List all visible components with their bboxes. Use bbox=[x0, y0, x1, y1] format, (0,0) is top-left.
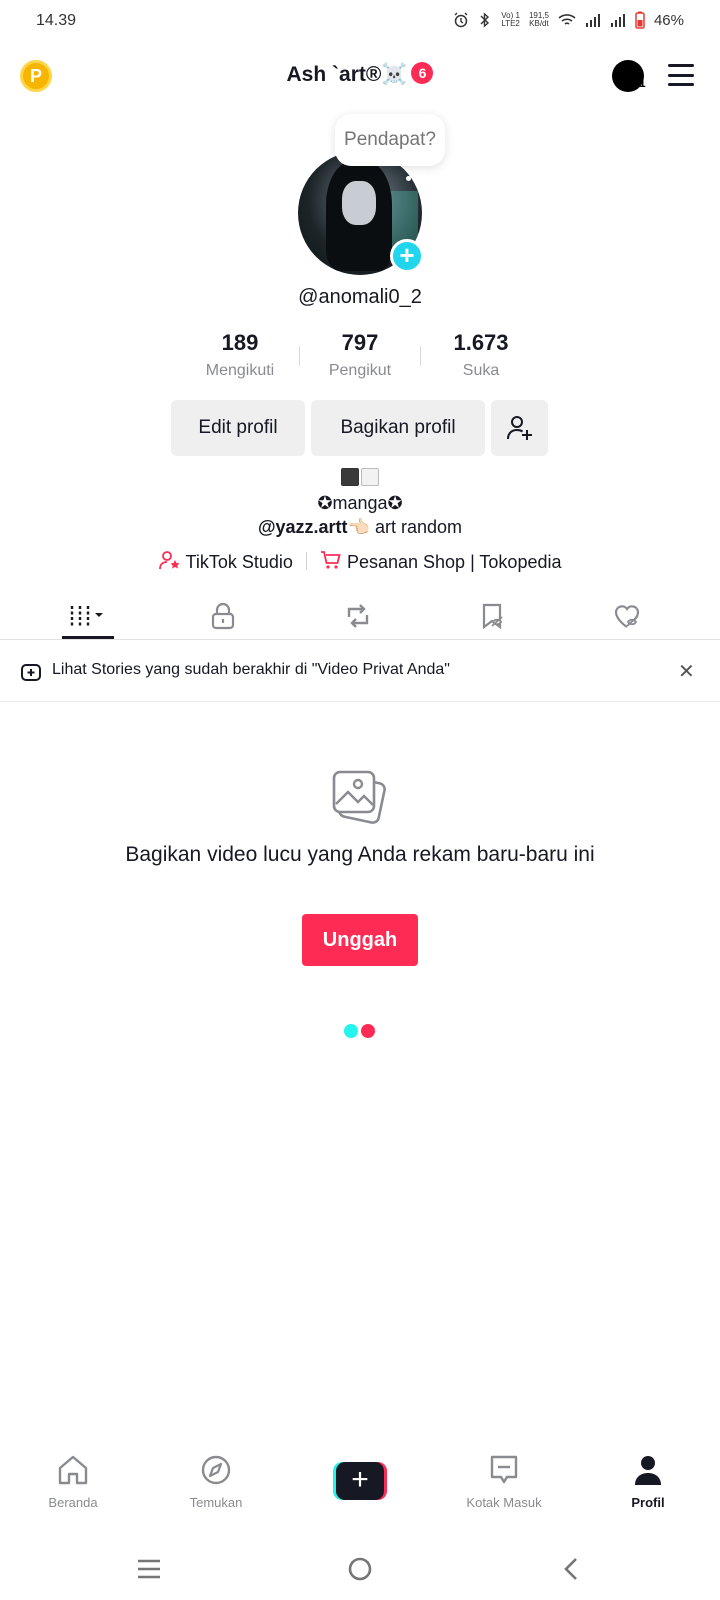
signal-icon-1 bbox=[585, 14, 600, 27]
following-count: 189 bbox=[221, 330, 259, 355]
tab-reposts[interactable] bbox=[298, 592, 418, 640]
add-friend-button[interactable] bbox=[491, 400, 548, 456]
upload-button[interactable]: Unggah bbox=[302, 914, 418, 966]
add-story-button[interactable]: + bbox=[390, 239, 424, 273]
empty-state-title: Bagikan video lucu yang Anda rekam baru-… bbox=[125, 843, 595, 866]
loading-dot-cyan bbox=[344, 1024, 358, 1038]
status-bar: 14.39 Vo) 1 LTE2 191,5 KB/dt 46% bbox=[0, 0, 720, 42]
likes-count: 1.673 bbox=[453, 330, 509, 355]
recent-apps-icon[interactable] bbox=[136, 1558, 162, 1580]
cart-icon bbox=[320, 551, 341, 569]
content-tabs bbox=[0, 592, 720, 640]
add-story-icon bbox=[21, 664, 41, 681]
profile-links: TikTok Studio Pesanan Shop | Tokopedia bbox=[0, 550, 720, 573]
inbox-icon bbox=[490, 1455, 518, 1484]
signal-icon-2 bbox=[610, 14, 625, 27]
plus-icon: + bbox=[336, 1462, 384, 1500]
status-time: 14.39 bbox=[36, 12, 77, 29]
nav-inbox-label: Kotak Masuk bbox=[466, 1495, 542, 1510]
tab-videos[interactable] bbox=[28, 592, 148, 640]
wifi-icon bbox=[558, 14, 576, 25]
heart-hidden-icon bbox=[614, 605, 640, 628]
following-label: Mengikuti bbox=[205, 362, 275, 379]
network-type: Vo) 1 LTE2 bbox=[501, 11, 520, 28]
person-icon bbox=[635, 1456, 661, 1485]
stories-banner-text: Lihat Stories yang sudah berakhir di "Vi… bbox=[52, 661, 450, 678]
tiktok-studio-link[interactable]: TikTok Studio bbox=[158, 551, 298, 572]
home-button-icon[interactable] bbox=[347, 1556, 373, 1582]
stat-likes[interactable]: 1.673 Suka bbox=[421, 330, 541, 380]
back-icon[interactable] bbox=[561, 1556, 581, 1582]
stat-following[interactable]: 189 Mengikuti bbox=[180, 330, 300, 380]
alarm-icon bbox=[454, 12, 468, 28]
bluetooth-icon bbox=[480, 12, 490, 28]
compass-icon bbox=[201, 1455, 231, 1485]
status-icons: Vo) 1 LTE2 191,5 KB/dt 46% bbox=[453, 11, 684, 29]
bio-mention[interactable]: @yazz.artt bbox=[258, 517, 348, 537]
network-speed: 191,5 KB/dt bbox=[528, 11, 549, 28]
photos-icon bbox=[332, 770, 386, 824]
bio-mention-emoji: 👈🏻 bbox=[347, 517, 370, 537]
create-button[interactable]: + bbox=[333, 1462, 387, 1500]
profile-views-count: 1 bbox=[639, 76, 646, 90]
menu-icon[interactable] bbox=[668, 64, 694, 86]
bio-emoji-squares bbox=[0, 468, 720, 489]
stories-banner[interactable]: Lihat Stories yang sudah berakhir di "Vi… bbox=[0, 642, 720, 702]
stat-followers[interactable]: 797 Pengikut bbox=[300, 330, 420, 380]
tab-private[interactable] bbox=[163, 592, 283, 640]
nav-discover[interactable]: Temukan bbox=[161, 1454, 271, 1510]
tab-liked[interactable] bbox=[568, 592, 688, 640]
bio-mention-line: @yazz.artt👈🏻 art random bbox=[0, 517, 720, 538]
battery-percent: 46% bbox=[653, 11, 684, 29]
lock-icon bbox=[211, 602, 235, 630]
shop-orders-link[interactable]: Pesanan Shop | Tokopedia bbox=[320, 551, 561, 572]
loading-dot-red bbox=[361, 1024, 375, 1038]
followers-count: 797 bbox=[341, 330, 379, 355]
notification-badge: 6 bbox=[411, 62, 434, 84]
nav-home[interactable]: Beranda bbox=[18, 1454, 128, 1510]
account-name: Ash `art®☠️ bbox=[286, 63, 408, 86]
edit-profile-button[interactable]: Edit profil bbox=[171, 400, 305, 456]
bio-line: ✪manga✪ bbox=[317, 493, 403, 513]
repost-icon bbox=[347, 604, 369, 628]
username: @anomali0_2 bbox=[298, 286, 422, 308]
bio-text: art random bbox=[369, 517, 463, 537]
grid-filter-icon bbox=[70, 606, 103, 626]
nav-home-label: Beranda bbox=[48, 1495, 98, 1510]
bookmark-hidden-icon bbox=[482, 603, 503, 630]
studio-icon bbox=[158, 551, 180, 570]
battery-icon bbox=[635, 11, 645, 29]
nav-profile-label: Profil bbox=[631, 1495, 665, 1510]
nav-profile[interactable]: Profil bbox=[593, 1454, 703, 1510]
tab-saved[interactable] bbox=[433, 592, 553, 640]
followers-label: Pengikut bbox=[328, 362, 392, 379]
system-nav-bar bbox=[0, 1538, 720, 1600]
note-bubble[interactable]: Pendapat? bbox=[335, 114, 445, 166]
profile-header: P Ash `art®☠️ 6 1 bbox=[0, 50, 720, 102]
likes-label: Suka bbox=[462, 362, 500, 379]
close-icon[interactable]: ✕ bbox=[678, 659, 695, 684]
share-profile-button[interactable]: Bagikan profil bbox=[311, 400, 485, 456]
home-icon bbox=[58, 1455, 88, 1485]
bubble-tail bbox=[406, 176, 411, 181]
nav-inbox[interactable]: Kotak Masuk bbox=[449, 1454, 559, 1510]
active-tab-indicator bbox=[62, 636, 114, 639]
add-person-icon bbox=[506, 416, 532, 440]
nav-discover-label: Temukan bbox=[189, 1495, 243, 1510]
